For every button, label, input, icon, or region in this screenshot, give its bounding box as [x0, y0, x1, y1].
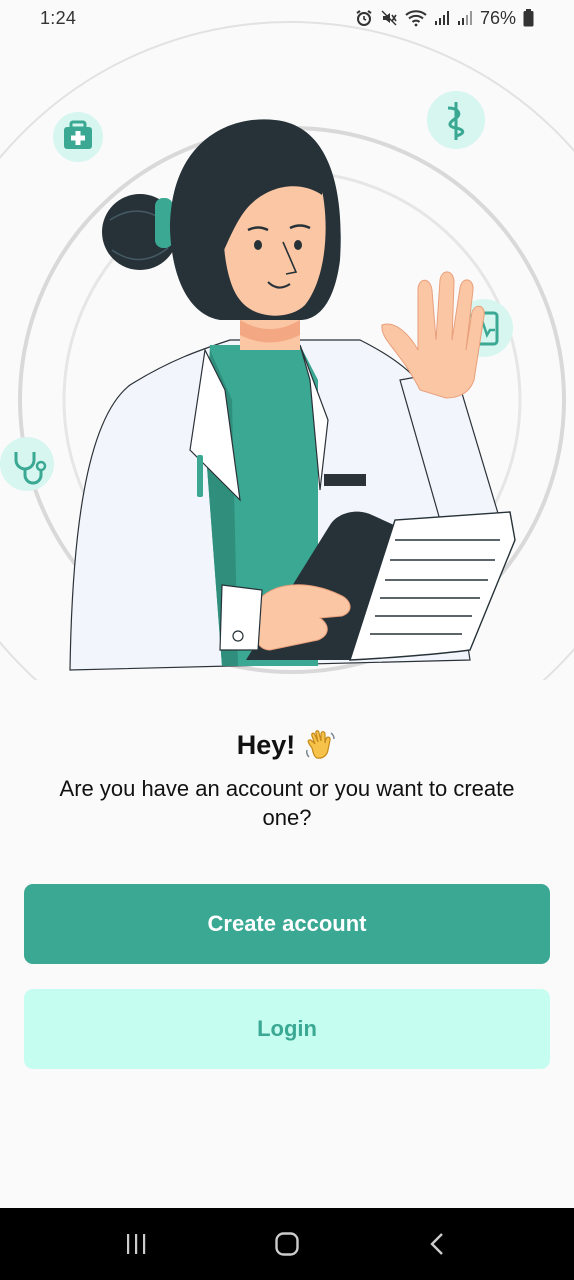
greeting-subtitle: Are you have an account or you want to c… — [59, 776, 515, 830]
doctor-illustration — [0, 20, 574, 680]
doctor-figure — [69, 119, 516, 671]
create-account-button[interactable]: Create account — [24, 884, 550, 964]
recent-apps-icon[interactable] — [106, 1219, 166, 1269]
stethoscope-icon — [0, 437, 54, 491]
system-nav-bar — [0, 1208, 574, 1280]
greeting-title: Hey! — [236, 729, 296, 760]
greeting-section: Hey! Are you have an account or you want… — [0, 728, 574, 832]
login-button[interactable]: Login — [24, 989, 550, 1069]
back-icon[interactable] — [408, 1219, 468, 1269]
waving-hand-icon — [303, 728, 337, 762]
home-icon[interactable] — [257, 1219, 317, 1269]
greeting-title-row: Hey! — [237, 728, 338, 762]
caduceus-icon — [427, 91, 485, 149]
medical-kit-icon — [53, 112, 103, 162]
